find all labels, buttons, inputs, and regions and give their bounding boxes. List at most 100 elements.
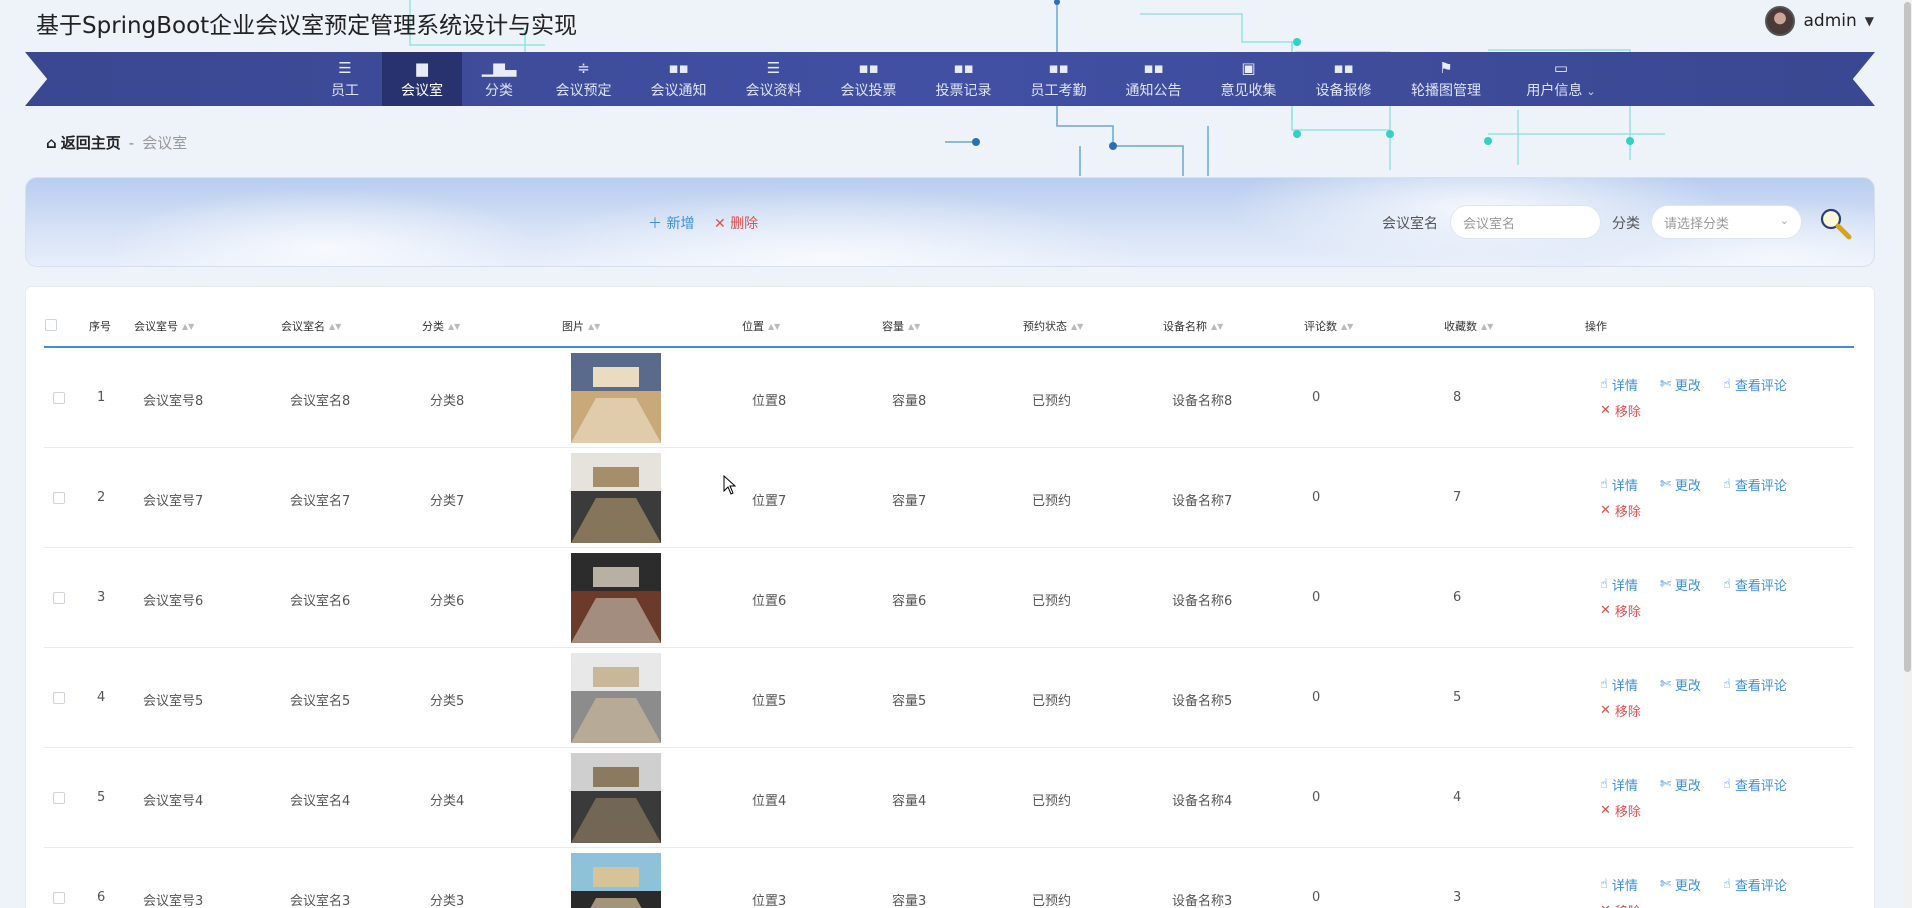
sort-icon[interactable]: ▲▼ [588,322,600,330]
nav-item-announcement[interactable]: ▪▪ 通知公告 [1106,52,1201,106]
remove-button[interactable]: ✕ 移除 [1600,701,1641,720]
nav-item-category[interactable]: ▁▆▃ 分类 [462,52,536,106]
detail-button[interactable]: ☝ 详情 [1600,775,1638,794]
detail-label[interactable]: 详情 [1612,875,1638,894]
user-menu[interactable]: admin ▼ [1765,6,1874,36]
header-status[interactable]: 预约状态 ▲▼ [1023,318,1083,334]
sort-icon[interactable]: ▲▼ [1071,322,1083,330]
sort-icon[interactable]: ▲▼ [1211,322,1223,330]
edit-label[interactable]: 更改 [1675,675,1701,694]
remove-label[interactable]: 移除 [1615,601,1641,620]
search-icon[interactable] [1818,206,1852,240]
sort-icon[interactable]: ▲▼ [448,322,460,330]
header-capacity[interactable]: 容量 ▲▼ [882,318,920,334]
edit-label[interactable]: 更改 [1675,375,1701,394]
row-checkbox[interactable] [53,592,65,604]
view-comments-button[interactable]: ☝ 查看评论 [1723,775,1787,794]
remove-label[interactable]: 移除 [1615,501,1641,520]
row-checkbox[interactable] [53,892,65,904]
edit-button[interactable]: ✄ 更改 [1660,575,1701,594]
remove-label[interactable]: 移除 [1615,401,1641,420]
view-comments-button[interactable]: ☝ 查看评论 [1723,875,1787,894]
delete-button[interactable]: ✕ 删除 [714,213,758,233]
nav-item-feedback[interactable]: ▣ 意见收集 [1201,52,1296,106]
header-room-no[interactable]: 会议室号 ▲▼ [134,318,194,334]
view-comments-button[interactable]: ☝ 查看评论 [1723,675,1787,694]
category-select[interactable]: 请选择分类 ⌄ [1651,205,1802,239]
avatar[interactable] [1765,6,1796,36]
remove-button[interactable]: ✕ 移除 [1600,801,1641,820]
view-comments-button[interactable]: ☝ 查看评论 [1723,475,1787,494]
nav-item-user-info[interactable]: ▭ 用户信息 ⌄ [1501,52,1621,106]
remove-button[interactable]: ✕ 移除 [1600,401,1641,420]
edit-button[interactable]: ✄ 更改 [1660,375,1701,394]
remove-label[interactable]: 移除 [1615,801,1641,820]
detail-label[interactable]: 详情 [1612,475,1638,494]
header-location[interactable]: 位置 ▲▼ [742,318,780,334]
add-label[interactable]: 新增 [666,216,694,232]
delete-label[interactable]: 删除 [730,216,758,232]
nav-item-materials[interactable]: ☰ 会议资料 [726,52,821,106]
edit-button[interactable]: ✄ 更改 [1660,675,1701,694]
remove-button[interactable]: ✕ 移除 [1600,901,1641,908]
remove-label[interactable]: 移除 [1615,901,1641,908]
nav-item-repair[interactable]: ▪▪ 设备报修 [1296,52,1391,106]
detail-label[interactable]: 详情 [1612,575,1638,594]
comments-label[interactable]: 查看评论 [1735,675,1787,694]
detail-label[interactable]: 详情 [1612,775,1638,794]
room-name-input[interactable]: 会议室名 [1450,205,1601,239]
row-checkbox[interactable] [53,392,65,404]
chevron-down-icon[interactable]: ▼ [1865,14,1874,28]
edit-label[interactable]: 更改 [1675,575,1701,594]
add-button[interactable]: ＋ 新增 [648,213,694,233]
select-all-checkbox[interactable] [45,319,57,331]
header-favorites[interactable]: 收藏数 ▲▼ [1444,318,1493,334]
sort-icon[interactable]: ▲▼ [182,322,194,330]
nav-item-booking[interactable]: ≑ 会议预定 [536,52,631,106]
header-device[interactable]: 设备名称 ▲▼ [1163,318,1223,334]
nav-item-meeting-room[interactable]: ▆ 会议室 [382,52,462,106]
room-thumbnail[interactable] [571,853,661,908]
header-room-name[interactable]: 会议室名 ▲▼ [281,318,341,334]
nav-item-carousel[interactable]: ⚑ 轮播图管理 [1391,52,1501,106]
edit-button[interactable]: ✄ 更改 [1660,475,1701,494]
comments-label[interactable]: 查看评论 [1735,775,1787,794]
header-category[interactable]: 分类 ▲▼ [422,318,460,334]
remove-button[interactable]: ✕ 移除 [1600,501,1641,520]
sort-icon[interactable]: ▲▼ [768,322,780,330]
room-thumbnail[interactable] [571,553,661,643]
detail-button[interactable]: ☝ 详情 [1600,475,1638,494]
header-image[interactable]: 图片 ▲▼ [562,318,600,334]
sort-icon[interactable]: ▲▼ [329,322,341,330]
nav-item-staff[interactable]: ☰ 员工 [308,52,382,106]
room-thumbnail[interactable] [571,353,661,443]
room-thumbnail[interactable] [571,653,661,743]
detail-button[interactable]: ☝ 详情 [1600,675,1638,694]
edit-label[interactable]: 更改 [1675,775,1701,794]
detail-label[interactable]: 详情 [1612,375,1638,394]
view-comments-button[interactable]: ☝ 查看评论 [1723,375,1787,394]
breadcrumb-home[interactable]: ⌂ 返回主页 [46,132,121,153]
row-checkbox[interactable] [53,692,65,704]
edit-label[interactable]: 更改 [1675,475,1701,494]
sort-icon[interactable]: ▲▼ [908,322,920,330]
nav-item-vote[interactable]: ▪▪ 会议投票 [821,52,916,106]
nav-item-attendance[interactable]: ▪▪ 员工考勤 [1011,52,1106,106]
view-comments-button[interactable]: ☝ 查看评论 [1723,575,1787,594]
row-checkbox[interactable] [53,492,65,504]
breadcrumb-home-label[interactable]: 返回主页 [61,132,121,153]
username[interactable]: admin [1803,11,1856,31]
comments-label[interactable]: 查看评论 [1735,575,1787,594]
nav-item-vote-records[interactable]: ▪▪ 投票记录 [916,52,1011,106]
header-comments[interactable]: 评论数 ▲▼ [1304,318,1353,334]
row-checkbox[interactable] [53,792,65,804]
sort-icon[interactable]: ▲▼ [1481,322,1493,330]
edit-label[interactable]: 更改 [1675,875,1701,894]
nav-item-notice[interactable]: ▪▪ 会议通知 [631,52,726,106]
detail-button[interactable]: ☝ 详情 [1600,575,1638,594]
edit-button[interactable]: ✄ 更改 [1660,775,1701,794]
detail-button[interactable]: ☝ 详情 [1600,375,1638,394]
comments-label[interactable]: 查看评论 [1735,375,1787,394]
scrollbar-thumb[interactable] [1904,2,1911,672]
sort-icon[interactable]: ▲▼ [1341,322,1353,330]
